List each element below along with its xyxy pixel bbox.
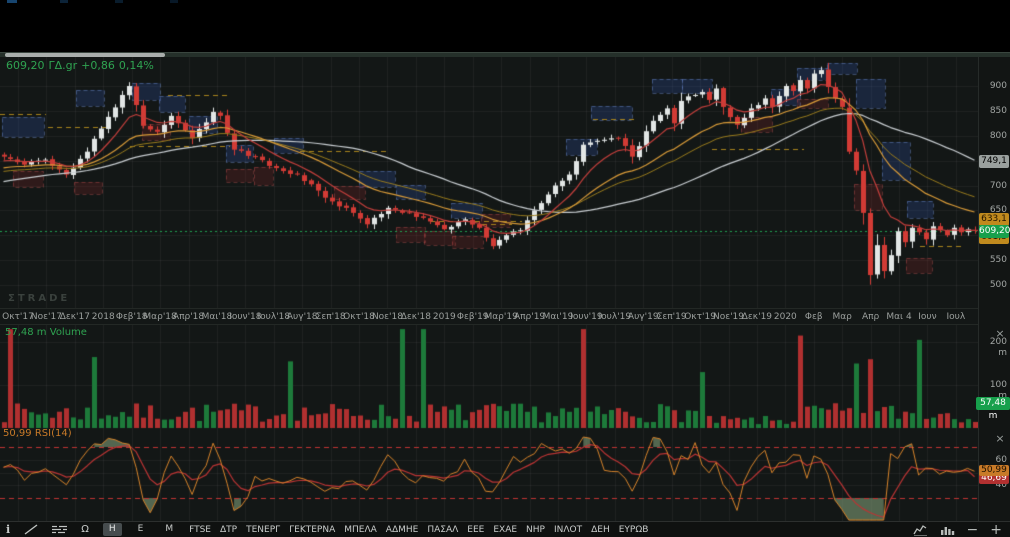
rsi-value-badge: 50,99 <box>979 465 1009 477</box>
price-axis-label: 850 <box>989 105 1007 116</box>
histogram-icon[interactable] <box>940 524 955 536</box>
timeframe-button-Μ[interactable]: Μ <box>159 523 179 536</box>
price-axis-label: 900 <box>989 81 1007 91</box>
price-change: +0,86 <box>81 59 115 72</box>
ticker-tab-FTSE[interactable]: FTSE <box>189 525 211 535</box>
date-axis[interactable]: Οκτ'17 Νοε'17 Δεκ'17 2018 Φεβ'18 Μαρ'18 Απρ'18… <box>0 308 978 325</box>
rsi-pane-close-icon[interactable]: × <box>993 433 1007 445</box>
ticker-tab-ΤΕΝΕΡΓ[interactable]: ΤΕΝΕΡΓ <box>246 525 280 535</box>
ticker-tab-ΕΥΡΩΒ[interactable]: ΕΥΡΩΒ <box>619 525 649 535</box>
ticker-tab-ΙΝΛΟΤ[interactable]: ΙΝΛΟΤ <box>554 525 582 535</box>
rsi-pane-canvas[interactable] <box>0 432 978 521</box>
timeframe-group: ΗΕΜ <box>102 523 189 536</box>
symbol-name: ΓΔ.gr <box>48 59 78 72</box>
ticker-tab-ΕΕΕ[interactable]: ΕΕΕ <box>467 525 484 535</box>
line-chart-icon[interactable] <box>912 524 928 536</box>
info-icon[interactable]: i <box>6 523 10 536</box>
ticker-tab-ΔΤΡ[interactable]: ΔΤΡ <box>220 525 237 535</box>
ticker-tab-ΔΕΗ[interactable]: ΔΕΗ <box>591 525 610 535</box>
zoom-in-button[interactable]: + <box>990 523 1002 537</box>
rsi-name: RSI(14) <box>34 428 72 439</box>
price-change-percent: 0,14% <box>118 59 154 72</box>
trendline-tool-icon[interactable] <box>24 524 38 535</box>
timeframe-button-Η[interactable]: Η <box>102 523 122 536</box>
trading-chart-app: 609,20 ΓΔ.gr +0,86 0,14% ΣTRADE 57,48 m Vol… <box>0 0 1010 537</box>
last-price-text: 609,20 <box>6 59 45 72</box>
date-axis-label: Ιουλ <box>946 312 966 322</box>
browser-tab-remnant <box>115 0 123 3</box>
browser-tab-remnant <box>170 0 178 3</box>
rsi-indicator-label: 50,99 RSI(14) <box>3 428 72 439</box>
rsi-value: 50,99 <box>3 428 32 439</box>
ticker-list: FTSE ΔΤΡ ΤΕΝΕΡΓ ΓΕΚΤΕΡΝΑ ΜΠΕΛΑ ΑΔΜΗΕ ΠΑΣΑΛ ΕΕΕ Ε… <box>189 525 657 535</box>
symbol-quote-overlay: 609,20 ΓΔ.gr +0,86 0,14% <box>6 59 158 72</box>
ticker-tab-ΠΑΣΑΛ[interactable]: ΠΑΣΑΛ <box>427 525 458 535</box>
price-axis-label: 550 <box>989 255 1007 266</box>
indicators-icon[interactable] <box>52 525 68 534</box>
price-axis-label: 700 <box>989 180 1007 191</box>
rsi-axis-label: 60 <box>995 454 1007 465</box>
omega-icon[interactable]: Ω <box>81 524 89 535</box>
volume-axis-label: 200 m <box>989 337 1007 358</box>
price-axis-label: 500 <box>989 280 1007 290</box>
toolbar-right-group: − + <box>901 522 1002 537</box>
window-top-black-bar <box>0 0 1010 52</box>
volume-name: Volume <box>49 327 87 338</box>
ticker-tab-ΑΔΜΗΕ[interactable]: ΑΔΜΗΕ <box>386 525 419 535</box>
last-price-badge: 609,20 <box>979 224 1010 238</box>
browser-tab-remnant <box>7 0 17 3</box>
ticker-tab-ΕΧΑΕ[interactable]: ΕΧΑΕ <box>493 525 517 535</box>
ticker-tab-ΓΕΚΤΕΡΝΑ[interactable]: ΓΕΚΤΕΡΝΑ <box>289 525 335 535</box>
ticker-tab-ΜΠΕΛΑ[interactable]: ΜΠΕΛΑ <box>344 525 377 535</box>
browser-tab-remnant <box>60 0 68 3</box>
volume-indicator-label: 57,48 m Volume <box>5 327 87 338</box>
bottom-toolbar: i Ω ΗΕΜ FTSE ΔΤΡ ΤΕΝΕΡΓ ΓΕΚΤΕΡΝΑ ΜΠΕΛΑ ΑΔΜΗΕ Π… <box>0 521 1010 537</box>
ma-orange-value-badge: 633,1 <box>979 212 1009 226</box>
volume-pane-close-icon[interactable]: × <box>993 328 1007 340</box>
platform-watermark: ΣTRADE <box>8 293 71 304</box>
volume-value: 57,48 m <box>5 327 47 338</box>
ma-white-value-badge: 749,1 <box>979 155 1009 169</box>
price-axis-column[interactable]: 900850800750700650550500200 m100 m6040 <box>978 57 1010 521</box>
volume-value-badge: 57,48 m <box>976 397 1010 421</box>
volume-pane-canvas[interactable] <box>0 325 978 432</box>
price-axis-label: 800 <box>989 130 1007 141</box>
timeframe-button-Ε[interactable]: Ε <box>132 523 150 536</box>
price-chart-canvas[interactable] <box>0 57 978 308</box>
ticker-tab-ΝΗΡ[interactable]: ΝΗΡ <box>526 525 545 535</box>
zoom-out-button[interactable]: − <box>967 523 979 537</box>
